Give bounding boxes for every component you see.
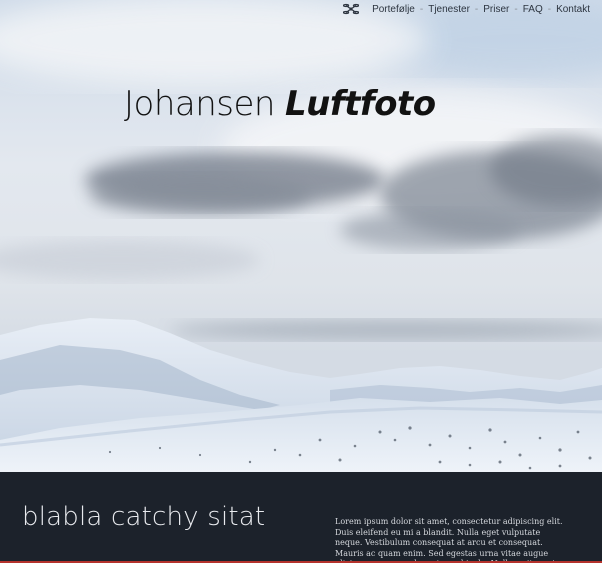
nav-separator: - xyxy=(474,3,479,15)
nav-link-tjenester[interactable]: Tjenester xyxy=(428,4,470,15)
site-title-bold: Luftfoto xyxy=(284,84,436,124)
quote-band: blabla catchy sitat Lorem ipsum dolor si… xyxy=(0,472,602,563)
drone-icon[interactable] xyxy=(342,3,360,15)
catchy-quote: blabla catchy sitat xyxy=(22,502,266,532)
nav-link-faq[interactable]: FAQ xyxy=(523,4,543,15)
nav-separator: - xyxy=(547,3,552,15)
site-title-light: Johansen xyxy=(124,84,275,124)
intro-paragraph: Lorem ipsum dolor sit amet, consectetur … xyxy=(335,517,563,563)
nav-link-portefolje[interactable]: Portefølje xyxy=(372,4,415,15)
nav-separator: - xyxy=(419,3,424,15)
nav-link-kontakt[interactable]: Kontakt xyxy=(556,4,590,15)
mountain-sky-photo xyxy=(0,0,602,472)
nav-link-priser[interactable]: Priser xyxy=(483,4,509,15)
nav-separator: - xyxy=(514,3,518,15)
hero-image xyxy=(0,0,602,472)
top-nav: Portefølje - Tjenester - Priser - FAQ - … xyxy=(342,2,590,16)
site-title: Johansen Luftfoto xyxy=(124,84,436,124)
